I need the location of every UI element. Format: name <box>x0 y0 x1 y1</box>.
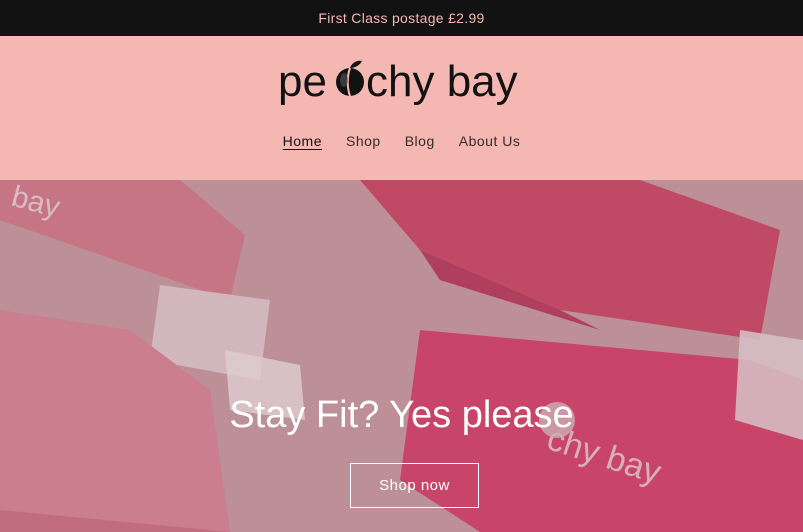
logo-text-left: pe <box>278 57 327 106</box>
hero-banner: bay chy bay Stay Fit? Yes please Shop no… <box>0 180 803 532</box>
announcement-bar: First Class postage £2.99 <box>0 0 803 36</box>
hero-title: Stay Fit? Yes please <box>229 394 574 436</box>
announcement-text: First Class postage £2.99 <box>318 10 485 26</box>
nav-home[interactable]: Home <box>283 133 322 149</box>
nav-about-us[interactable]: About Us <box>459 133 521 149</box>
nav-shop[interactable]: Shop <box>346 133 381 149</box>
brand-logo[interactable]: pe chy bay <box>0 54 803 110</box>
nav-blog[interactable]: Blog <box>405 133 435 149</box>
logo-text-right: chy bay <box>366 57 518 106</box>
shop-now-button[interactable]: Shop now <box>350 463 479 508</box>
brand-logo-mark: pe chy bay <box>278 57 518 106</box>
site-header: pe chy bay Home Shop Blog About Us <box>0 36 803 180</box>
peach-icon <box>335 60 364 97</box>
main-nav: Home Shop Blog About Us <box>0 133 803 149</box>
